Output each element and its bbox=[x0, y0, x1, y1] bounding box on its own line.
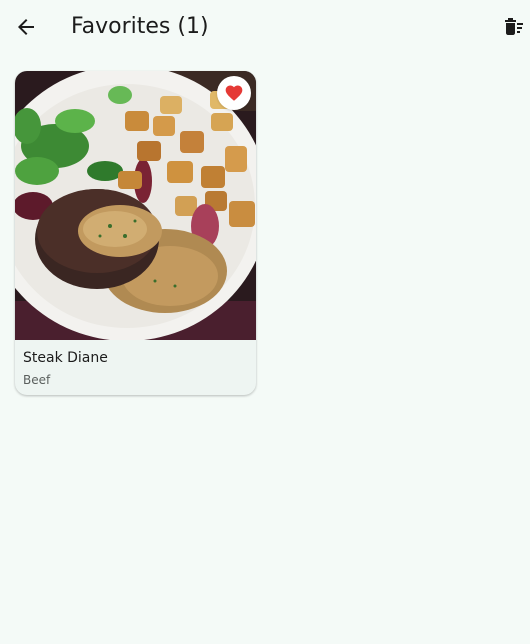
recipe-card[interactable]: Steak Diane Beef bbox=[15, 71, 256, 395]
recipe-image bbox=[15, 71, 256, 340]
recipe-name: Steak Diane bbox=[23, 350, 108, 366]
clear-favorites-button[interactable] bbox=[496, 9, 530, 45]
delete-sweep-icon bbox=[505, 18, 523, 35]
back-button[interactable] bbox=[8, 9, 44, 45]
favorite-toggle-button[interactable] bbox=[217, 76, 251, 110]
page-title: Favorites (1) bbox=[71, 14, 209, 39]
heart-icon bbox=[225, 85, 243, 101]
arrow-back-icon bbox=[18, 19, 34, 35]
recipe-category: Beef bbox=[23, 373, 51, 387]
app-bar: Favorites (1) bbox=[0, 0, 530, 54]
